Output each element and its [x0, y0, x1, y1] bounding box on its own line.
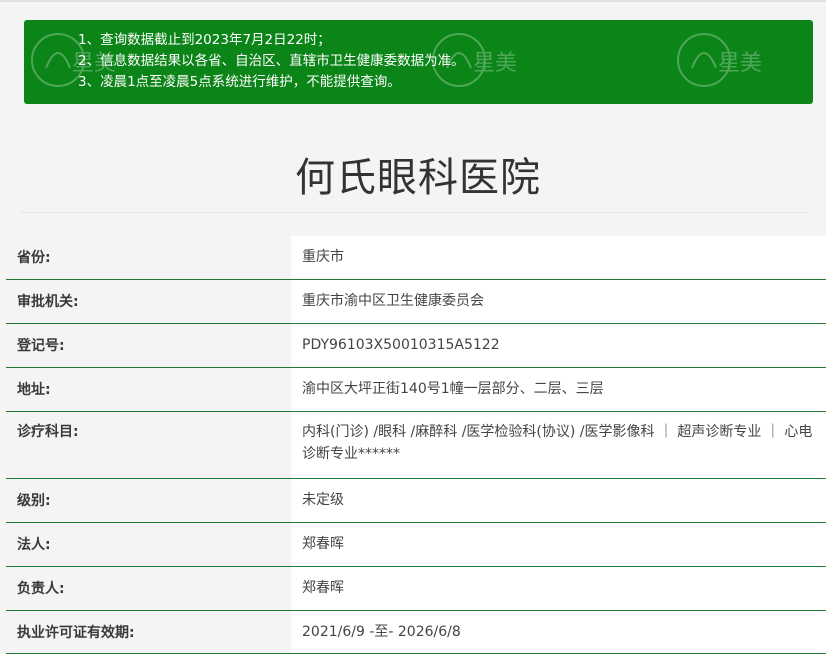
row-value: 郑春晖	[291, 522, 826, 566]
table-row-legal-representative: 法人: 郑春晖	[6, 522, 826, 566]
title-divider	[20, 212, 810, 213]
table-row-person-in-charge: 负责人: 郑春晖	[6, 566, 826, 610]
table-row-level: 级别: 未定级	[6, 478, 826, 522]
table-row-departments: 诊疗科目: 内科(门诊) /眼科 /麻醉科 /医学检验科(协议) /医学影像科 …	[6, 411, 826, 478]
notice-line-1: 1、查询数据截止到2023年7月2日22时；	[78, 32, 331, 48]
row-label: 地址:	[6, 367, 291, 411]
row-label: 诊疗科目:	[6, 411, 291, 478]
table-row-registration-number: 登记号: PDY96103X50010315A5122	[6, 323, 826, 367]
row-value: 重庆市	[291, 236, 826, 279]
table-row-license-validity: 执业许可证有效期: 2021/6/9 -至- 2026/6/8	[6, 610, 826, 653]
row-value: 2021/6/9 -至- 2026/6/8	[291, 610, 826, 653]
row-label: 省份:	[6, 236, 291, 279]
row-value: 渝中区大坪正街140号1幢一层部分、二层、三层	[291, 367, 826, 411]
notice-line-3: 3、凌晨1点至凌晨5点系统进行维护，不能提供查询。	[78, 74, 401, 90]
hospital-title: 何氏眼科医院	[295, 155, 541, 201]
table-row-province: 省份: 重庆市	[6, 236, 826, 279]
row-label: 级别:	[6, 478, 291, 522]
top-divider	[0, 0, 826, 2]
row-value: 未定级	[291, 478, 826, 522]
row-value: PDY96103X50010315A5122	[291, 323, 826, 367]
table-row-address: 地址: 渝中区大坪正街140号1幢一层部分、二层、三层	[6, 367, 826, 411]
table-row-approval-authority: 审批机关: 重庆市渝中区卫生健康委员会	[6, 279, 826, 323]
row-label: 执业许可证有效期:	[6, 610, 291, 653]
row-value: 重庆市渝中区卫生健康委员会	[291, 279, 826, 323]
row-label: 登记号:	[6, 323, 291, 367]
row-label: 法人:	[6, 522, 291, 566]
notice-line-2: 2、信息数据结果以各省、自治区、直辖市卫生健康委数据为准。	[78, 53, 465, 69]
row-label: 负责人:	[6, 566, 291, 610]
row-value: 内科(门诊) /眼科 /麻醉科 /医学检验科(协议) /医学影像科 ｜ 超声诊断…	[291, 411, 826, 478]
row-value: 郑春晖	[291, 566, 826, 610]
row-label: 审批机关:	[6, 279, 291, 323]
hospital-info-table: 省份: 重庆市 审批机关: 重庆市渝中区卫生健康委员会 登记号: PDY9610…	[6, 236, 826, 654]
notice-banner: 星美 星美 星美 1、查询数据截止到2023年7月2日22时； 2、信息数据结果…	[24, 20, 813, 104]
